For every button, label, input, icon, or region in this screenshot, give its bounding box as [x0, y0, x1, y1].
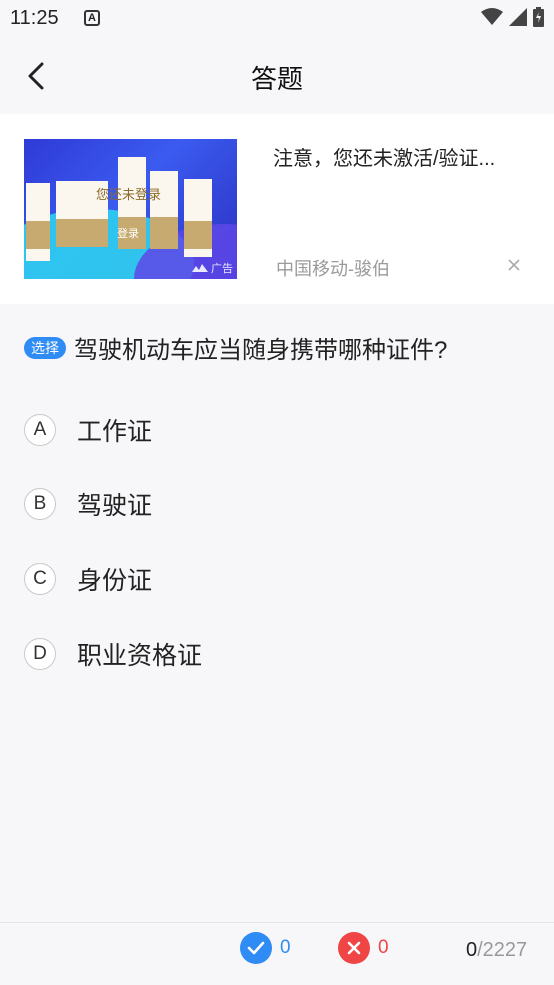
option-key: B [24, 488, 56, 520]
option-key: A [24, 414, 56, 446]
option-key: D [24, 638, 56, 670]
question-type-badge: 选择 [24, 336, 66, 359]
status-bar: 11:25 A [0, 0, 554, 38]
wrong-count-group[interactable]: 0 [338, 932, 389, 964]
wrong-count: 0 [378, 937, 389, 958]
ad-logo-icon [192, 264, 208, 272]
progress-current: 0 [466, 939, 478, 961]
ad-image[interactable]: 您还未登录 登录 广告 [24, 139, 237, 279]
option-d[interactable]: D 职业资格证 [24, 636, 202, 672]
ad-source: 中国移动-骏伯 [276, 259, 390, 279]
correct-count-group[interactable]: 0 [240, 932, 291, 964]
page-title: 答题 [250, 64, 303, 94]
status-time: 11:25 [10, 7, 59, 29]
option-label: 职业资格证 [77, 642, 203, 670]
ad-close-button[interactable] [505, 256, 523, 274]
option-b[interactable]: B 驾驶证 [24, 486, 152, 522]
option-a[interactable]: A 工作证 [24, 412, 152, 448]
ad-banner[interactable]: 您还未登录 登录 广告 注意，您还未激活/验证... 中国移动-骏伯 [0, 114, 554, 304]
ad-tag-label: 广告 [211, 263, 233, 275]
progress-total: /2227 [477, 939, 528, 961]
cross-icon [338, 932, 370, 964]
option-c[interactable]: C 身份证 [24, 561, 152, 597]
option-label: 身份证 [77, 567, 153, 595]
option-label: 驾驶证 [77, 492, 153, 520]
status-icons [481, 7, 544, 27]
question-progress[interactable]: 0/2227 [466, 939, 527, 962]
question-text: 驾驶机动车应当随身携带哪种证件? [74, 337, 448, 364]
option-key: C [24, 563, 56, 595]
ad-tag: 广告 [192, 260, 233, 276]
option-label: 工作证 [77, 418, 153, 446]
question: 选择 驾驶机动车应当随身携带哪种证件? [24, 330, 534, 365]
battery-icon [533, 7, 544, 27]
cellular-signal-icon [509, 8, 527, 26]
ad-title[interactable]: 注意，您还未激活/验证... [273, 142, 533, 171]
wifi-icon [481, 8, 503, 25]
ad-image-text: 您还未登录 [96, 187, 162, 202]
correct-count: 0 [280, 937, 291, 958]
nav-bar: 答题 [0, 38, 554, 114]
answer-stats-bar: 0 0 0/2227 [0, 922, 554, 985]
notification-icon: A [84, 10, 100, 26]
ad-image-button-text: 登录 [117, 228, 139, 240]
check-icon [240, 932, 272, 964]
close-icon [508, 259, 520, 271]
